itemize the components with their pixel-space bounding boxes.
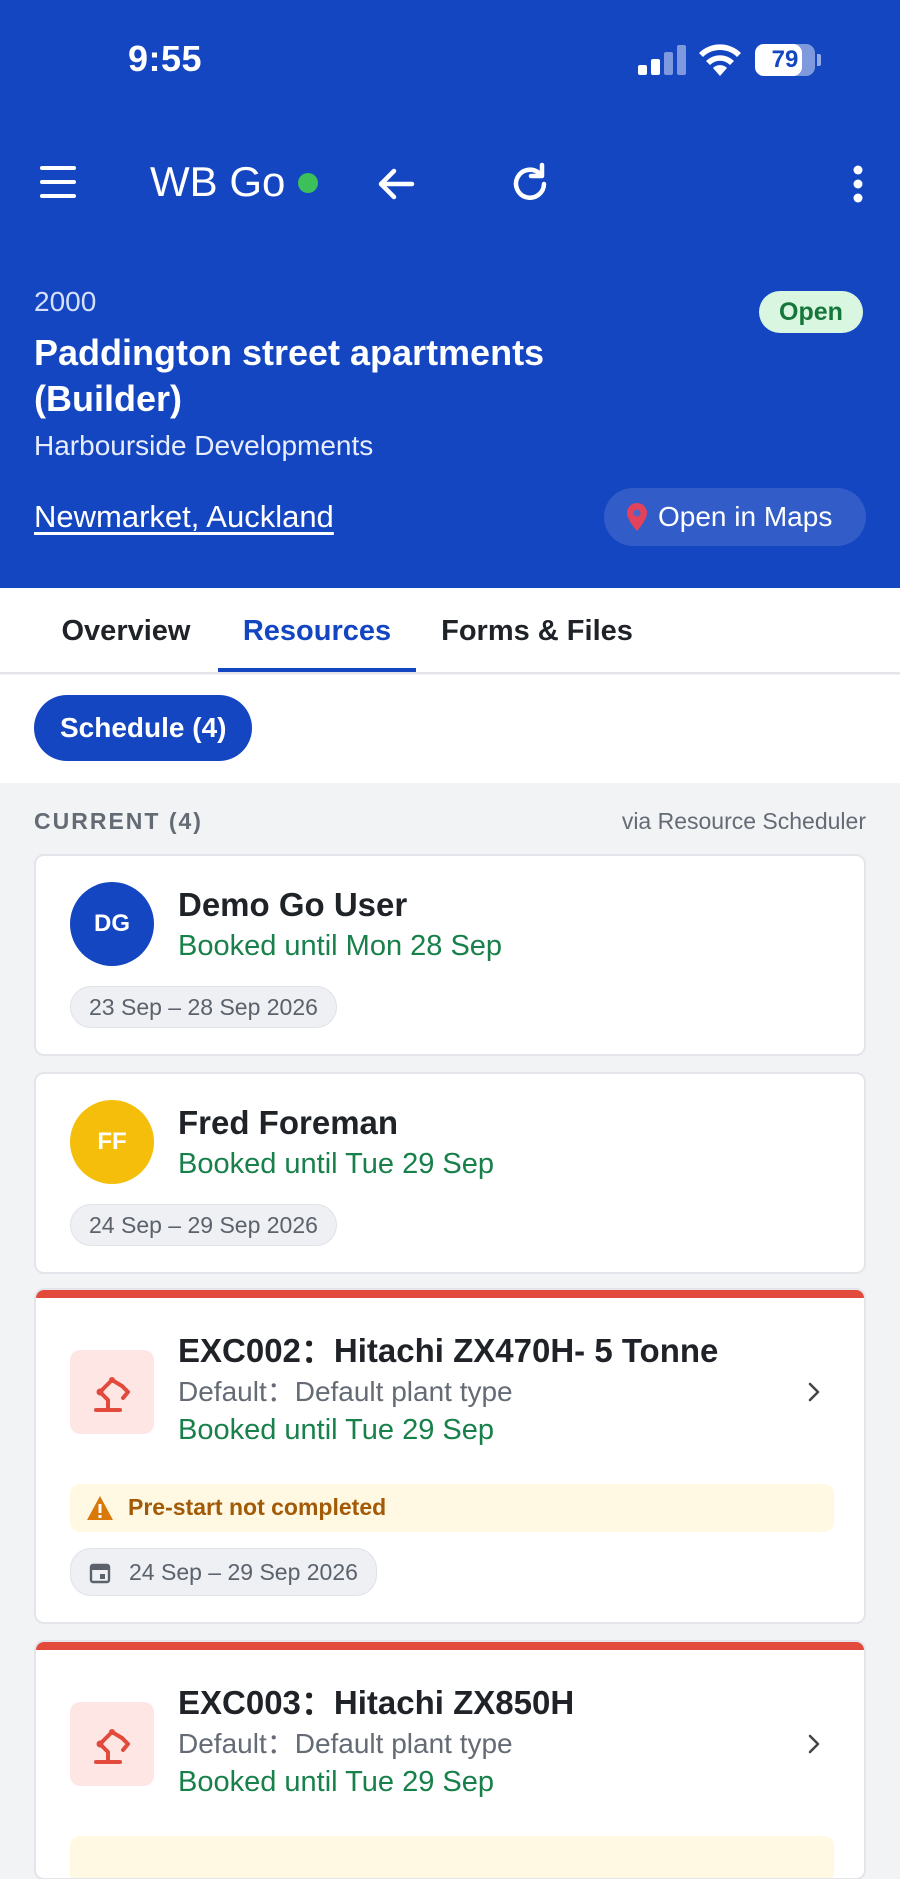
- tab-bar: Overview Resources Forms & Files: [0, 588, 900, 674]
- refresh-icon[interactable]: [506, 160, 554, 208]
- excavator-icon: [70, 1702, 154, 1786]
- resource-card-exc002[interactable]: EXC002：Hitachi ZX470H- 5 Tonne Default：D…: [34, 1288, 866, 1624]
- hamburger-menu-icon[interactable]: [36, 162, 82, 202]
- tab-forms-files[interactable]: Forms & Files: [426, 588, 648, 674]
- job-status-badge: Open: [759, 291, 863, 333]
- warning-triangle-icon: [87, 1496, 113, 1520]
- date-range-badge: 23 Sep – 28 Sep 2026: [70, 986, 337, 1028]
- job-location-link[interactable]: Newmarket, Auckland: [34, 499, 334, 535]
- map-pin-icon: [627, 503, 647, 531]
- active-tab-indicator: [218, 668, 416, 672]
- tab-resources[interactable]: Resources: [218, 588, 416, 674]
- resource-name: Fred Foreman: [178, 1104, 399, 1141]
- battery-icon: 79: [755, 44, 821, 76]
- resource-name: EXC002：Hitachi ZX470H- 5 Tonne: [178, 1332, 719, 1369]
- booked-until: Booked until Tue 29 Sep: [178, 1414, 495, 1446]
- plant-type: Default：Default plant type: [178, 1376, 513, 1407]
- tab-overview[interactable]: Overview: [34, 588, 218, 674]
- job-client: Harbourside Developments: [34, 430, 374, 461]
- date-range-text: 24 Sep – 29 Sep 2026: [129, 1559, 358, 1585]
- plant-type: Default：Default plant type: [178, 1728, 513, 1759]
- booked-until: Booked until Mon 28 Sep: [178, 930, 503, 962]
- prestart-warning: Pre-start not completed: [70, 1484, 834, 1532]
- calendar-icon: [89, 1563, 111, 1584]
- online-status-dot: [298, 173, 318, 193]
- more-options-icon[interactable]: [840, 160, 876, 208]
- back-arrow-icon[interactable]: [372, 160, 420, 208]
- open-in-maps-label: Open in Maps: [658, 501, 833, 532]
- warning-text: Pre-start not completed: [128, 1494, 387, 1520]
- chevron-right-icon[interactable]: [804, 1378, 824, 1406]
- app-toolbar: WB Go: [0, 140, 900, 226]
- status-time: 9:55: [128, 38, 203, 79]
- schedule-filter-chip[interactable]: Schedule (4): [34, 695, 253, 761]
- resource-name: Demo Go User: [178, 886, 408, 923]
- resource-card-exc003[interactable]: EXC003：Hitachi ZX850H Default：Default pl…: [34, 1640, 866, 1879]
- battery-level: 79: [771, 46, 799, 73]
- excavator-icon: [70, 1350, 154, 1434]
- wifi-icon: [699, 44, 741, 76]
- resource-filter-bar: Schedule (4): [0, 675, 900, 783]
- status-bar: 9:55 79: [0, 0, 900, 120]
- prestart-warning-partial: [70, 1836, 834, 1878]
- job-title: Paddington street apartments (Builder): [34, 332, 545, 419]
- avatar: FF: [70, 1100, 154, 1184]
- open-in-maps-button[interactable]: Open in Maps: [604, 488, 866, 546]
- app-title: WB Go: [150, 158, 286, 205]
- booked-until: Booked until Tue 29 Sep: [178, 1148, 495, 1180]
- resource-card-fred-foreman[interactable]: FF Fred Foreman Booked until Tue 29 Sep …: [34, 1072, 866, 1274]
- section-source: via Resource Scheduler: [621, 808, 866, 834]
- job-number: 2000: [34, 286, 97, 317]
- booked-until: Booked until Tue 29 Sep: [178, 1766, 495, 1798]
- chevron-right-icon[interactable]: [804, 1730, 824, 1758]
- section-heading: CURRENT (4): [34, 808, 203, 834]
- resource-name: EXC003：Hitachi ZX850H: [178, 1684, 575, 1721]
- date-range-badge: 24 Sep – 29 Sep 2026: [70, 1548, 377, 1596]
- cellular-signal-icon: [638, 45, 686, 75]
- date-range-badge: 24 Sep – 29 Sep 2026: [70, 1204, 337, 1246]
- avatar: DG: [70, 882, 154, 966]
- job-header: 9:55 79 WB Go 2000 Paddington street apa…: [0, 0, 900, 588]
- resource-card-demo-go-user[interactable]: DG Demo Go User Booked until Mon 28 Sep …: [34, 854, 866, 1056]
